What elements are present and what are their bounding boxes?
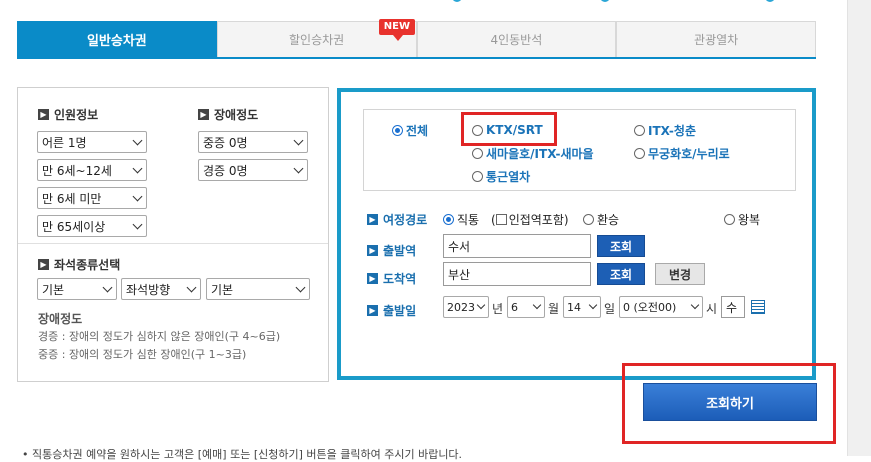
tab-label: 일반승차권 [86,34,147,49]
weekday-field: 수 [721,296,745,318]
chevron-down-icon [588,300,598,310]
route-label: ▶ 여정경로 [367,211,427,228]
ticket-type-tabs: 일반승차권 할인승차권 NEW 4인동반석 관광열차 [17,19,816,59]
swap-stations-button[interactable]: 변경 [655,263,705,285]
departure-lookup-button[interactable]: 조회 [597,235,645,257]
chevron-down-icon [132,163,143,174]
radio-icon [724,214,735,225]
round-trip-radio[interactable]: 왕복 [724,211,760,228]
chevron-down-icon [132,191,143,202]
disability-heading: ▶ 장애정도 [198,106,258,123]
severe-disability-select[interactable]: 중증 0명 [198,131,308,153]
disability-note-severe: 중증 : 장애의 정도가 심한 장애인(구 1~3급) [38,348,247,361]
disability-note-title: 장애정도 [38,312,83,326]
child-count-select[interactable]: 만 6세~12세 [37,159,147,181]
tab-label: 관광열차 [694,33,739,47]
month-select[interactable]: 6 [507,296,545,318]
journey-search-panel: 전체 KTX/SRT ITX-청춘 새마을호/ITX-새마을 무궁화호/누리로 … [337,88,816,380]
arrow-right-icon: ▶ [38,259,49,270]
search-highlight-frame [622,363,836,444]
arrow-right-icon: ▶ [367,305,378,316]
day-select[interactable]: 14 [563,296,601,318]
route-transfer-radio[interactable]: 환승 [583,211,619,228]
chevron-down-icon [295,282,306,293]
arrow-right-icon: ▶ [367,245,378,256]
senior-count-select[interactable]: 만 65세이상 [37,215,147,237]
train-mugunghwa-radio[interactable]: 무궁화호/누리로 [634,145,730,162]
tab-family-seat[interactable]: 4인동반석 [416,21,617,57]
departure-label: ▶ 출발역 [367,242,416,259]
disability-note-mild: 경증 : 장애의 정도가 심하지 않은 장애인(구 4~6급) [38,330,281,343]
chevron-down-icon [186,282,197,293]
mild-disability-select[interactable]: 경증 0명 [198,159,308,181]
page-scrollbar[interactable] [847,0,871,456]
train-saemaeul-radio[interactable]: 새마을호/ITX-새마을 [472,145,594,162]
radio-checked-icon [392,125,403,136]
year-select[interactable]: 2023 [443,296,489,318]
day-unit: 일 [604,302,616,316]
chevron-down-icon [690,300,700,310]
new-badge: NEW [378,19,415,41]
year-unit: 년 [492,302,504,316]
adult-count-select[interactable]: 어른 1명 [37,131,147,153]
tab-label: 할인승차권 [289,33,345,47]
train-commuter-radio[interactable]: 통근열차 [472,168,530,185]
radio-icon [634,125,645,136]
seat-type-select[interactable]: 기본 [37,278,117,300]
seat-direction-select[interactable]: 좌석방향 [121,278,201,300]
chevron-down-icon [102,282,113,293]
radio-icon [472,171,483,182]
arrow-right-icon: ▶ [367,273,378,284]
departure-station-input[interactable]: 수서 [443,234,591,258]
arrow-right-icon: ▶ [198,109,209,120]
checkbox-icon [495,214,507,225]
time-select[interactable]: 0 (오전00) [619,296,703,318]
chevron-down-icon [132,135,143,146]
chevron-down-icon [293,135,304,146]
chevron-down-icon [132,219,143,230]
train-itx-cheongchun-radio[interactable]: ITX-청춘 [634,122,696,139]
seat-type-heading: ▶ 좌석종류선택 [38,256,120,273]
train-all-radio[interactable]: 전체 [392,122,428,139]
infant-count-select[interactable]: 만 6세 미만 [37,187,147,209]
arrow-right-icon: ▶ [38,109,49,120]
departure-date-label: ▶ 출발일 [367,302,416,319]
radio-icon [583,214,594,225]
seat-option-select[interactable]: 기본 [206,278,310,300]
ktx-highlight-frame [461,112,557,146]
train-type-box: 전체 KTX/SRT ITX-청춘 새마을호/ITX-새마을 무궁화호/누리로 … [363,109,796,191]
route-direct-radio[interactable]: 직통 [443,211,479,228]
passenger-info-heading: ▶ 인원정보 [38,106,98,123]
month-unit: 월 [548,302,560,316]
radio-icon [472,148,483,159]
tab-tourist-train[interactable]: 관광열차 [616,21,816,57]
arrow-right-icon: ▶ [367,214,378,225]
arrival-label: ▶ 도착역 [367,270,416,287]
tab-general-ticket[interactable]: 일반승차권 [17,21,217,57]
radio-icon [634,148,645,159]
arrival-station-input[interactable]: 부산 [443,262,591,286]
chevron-down-icon [532,300,542,310]
chevron-down-icon [476,300,486,310]
bottom-note: • 직통승차권 예약을 원하시는 고객은 [예매] 또는 [신청하기] 버튼을 … [22,448,463,461]
time-unit: 시 [706,302,718,316]
divider [18,243,328,244]
top-decoration [440,0,800,8]
arrival-lookup-button[interactable]: 조회 [597,263,645,285]
tab-label: 4인동반석 [490,33,543,47]
radio-checked-icon [443,214,454,225]
passenger-options-panel: ▶ 인원정보 ▶ 장애정도 어른 1명 만 6세~12세 만 6세 미만 만 6… [17,87,329,382]
calendar-icon[interactable] [751,300,765,314]
tab-discount-ticket[interactable]: 할인승차권 NEW [216,19,417,57]
nearby-station-checkbox[interactable]: (인접역포함) [491,211,569,228]
chevron-down-icon [293,163,304,174]
